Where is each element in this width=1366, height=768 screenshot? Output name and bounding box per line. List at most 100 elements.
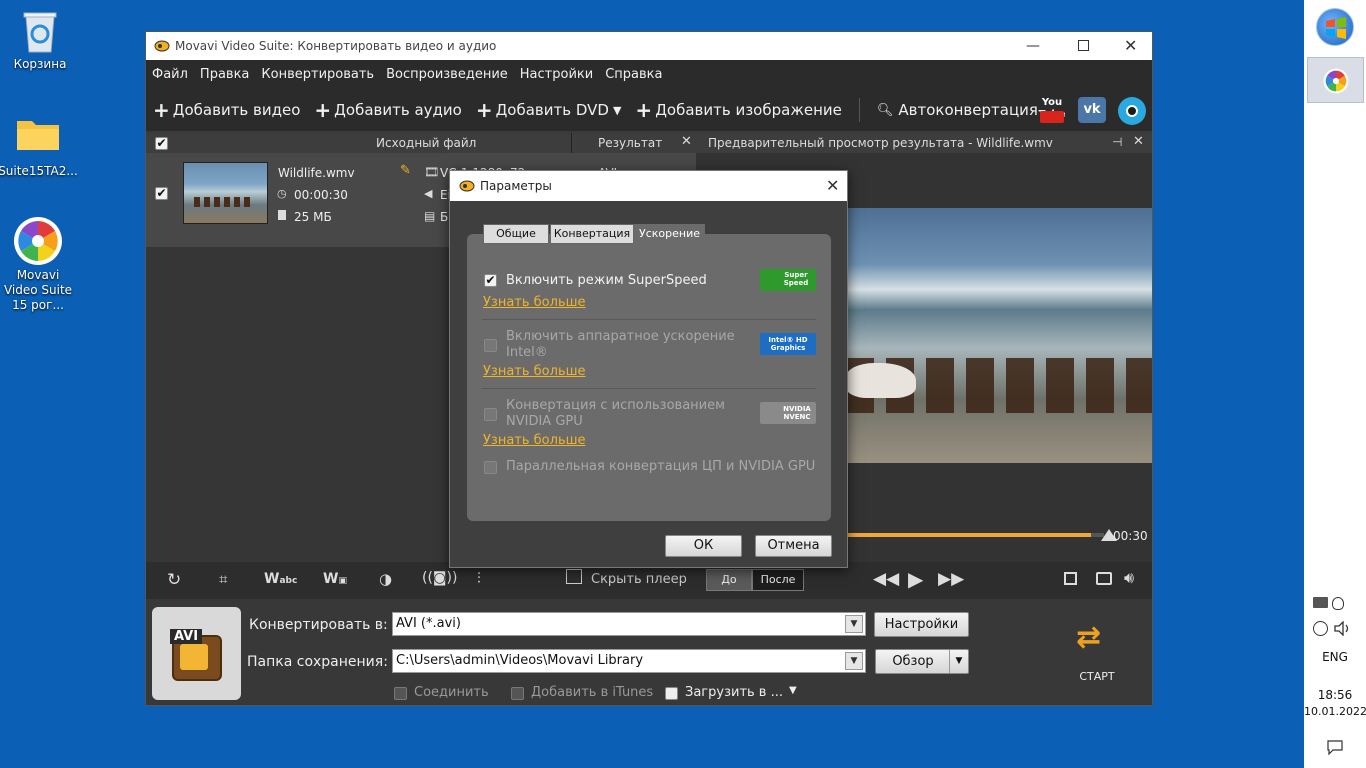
clock-icon: ◷ [277, 187, 287, 200]
start-convert-button[interactable]: ⇄ СТАРТ [1064, 617, 1130, 697]
convert-to-select[interactable]: AVI (*.avi) ▼ [392, 612, 866, 636]
format-tile[interactable]: AVI [152, 607, 241, 700]
maximize-button[interactable] [1078, 40, 1089, 51]
taskbar-movavi-app[interactable] [1307, 57, 1364, 103]
intel-badge-text: Intel® HD Graphics [768, 336, 808, 352]
crop-icon[interactable]: ⌗ [219, 570, 227, 588]
dropdown-arrow-icon[interactable]: ▼ [845, 615, 863, 633]
dialog-titlebar[interactable]: Параметры ✕ [450, 171, 847, 201]
before-toggle[interactable]: До [706, 569, 752, 591]
window-title: Movavi Video Suite: Конвертировать видео… [175, 39, 497, 53]
tray-vm-icon[interactable] [1313, 597, 1328, 608]
close-button[interactable]: ✕ [1124, 36, 1137, 55]
rename-pencil-icon[interactable]: ✎ [400, 163, 411, 178]
add-image-button[interactable]: + Добавить изображение [628, 98, 848, 122]
parallel-checkbox[interactable] [484, 461, 497, 474]
tab-conversion[interactable]: Конвертация [550, 224, 634, 244]
volume-icon[interactable]: 🔊︎ [1124, 568, 1134, 588]
plus-icon: + [475, 98, 493, 122]
upload-dropdown-icon[interactable]: ▼ [789, 685, 797, 696]
watermark-text-icon[interactable]: Wabc [264, 571, 297, 587]
watermark-image-icon[interactable]: W▣ [323, 571, 347, 587]
add-video-label: Добавить видео [172, 101, 301, 119]
autoconvert-button[interactable]: 🔍︎ Автоконвертация [870, 101, 1045, 119]
file-duration: 00:00:30 [294, 188, 348, 202]
preview-time-end: 00:30 [1113, 529, 1148, 543]
itunes-checkbox[interactable] [511, 687, 524, 700]
file-row-checkbox[interactable]: ✔ [155, 187, 168, 200]
add-audio-button[interactable]: + Добавить аудио [307, 98, 468, 122]
menu-playback[interactable]: Воспроизведение [380, 67, 514, 82]
menu-edit[interactable]: Правка [194, 67, 255, 82]
color-adjust-icon[interactable]: ◑ [379, 570, 392, 588]
start-button[interactable] [1316, 8, 1354, 46]
add-dvd-button[interactable]: + Добавить DVD ▼ [469, 98, 629, 122]
ok-button[interactable]: ОК [665, 535, 742, 557]
file-list-header: ✔ Исходный файл Результат ✕ [146, 133, 696, 153]
select-all-checkbox[interactable]: ✔ [155, 136, 168, 150]
plus-icon: + [635, 98, 653, 122]
rotate-icon[interactable]: ↻ [167, 570, 181, 590]
hide-player-label[interactable]: Скрыть плеер [591, 572, 687, 587]
itunes-label: Добавить в iTunes [531, 685, 654, 700]
superspeed-checkbox[interactable]: ✔ [484, 274, 497, 287]
close-list-icon[interactable]: ✕ [681, 134, 692, 149]
menu-settings[interactable]: Настройки [514, 67, 599, 82]
app-logo-icon [459, 180, 475, 192]
learn-more-nvidia[interactable]: Узнать больше [483, 433, 586, 448]
snapshot-icon[interactable] [1096, 572, 1112, 585]
learn-more-intel[interactable]: Узнать больше [483, 364, 586, 379]
settings-button[interactable]: Настройки [874, 612, 969, 637]
preview-progress-bar[interactable] [846, 533, 1104, 537]
minimize-button[interactable]: — [1026, 38, 1040, 54]
menu-file[interactable]: Файл [146, 67, 194, 82]
add-video-button[interactable]: + Добавить видео [146, 98, 307, 122]
hide-player-icon[interactable] [566, 569, 582, 584]
tray-volume-icon[interactable] [1334, 621, 1352, 636]
play-icon[interactable]: ▶ [908, 567, 923, 591]
film-reel-button[interactable] [1118, 97, 1146, 125]
desktop-icon-folder[interactable]: Suite15TA2... [0, 116, 78, 179]
autoconvert-label: Автоконвертация [898, 101, 1038, 119]
tab-general[interactable]: Общие [483, 224, 549, 244]
stabilize-icon[interactable]: ((◙)) [422, 570, 457, 586]
separator [482, 388, 816, 389]
browse-dropdown-icon[interactable]: ▼ [949, 650, 968, 673]
nvidia-checkbox[interactable] [484, 408, 497, 421]
join-checkbox[interactable] [394, 687, 407, 700]
fast-forward-icon[interactable]: ▶▶ [938, 569, 964, 589]
dialog-close-button[interactable]: ✕ [826, 176, 839, 195]
desktop-icon-recycle-bin[interactable]: Корзина [0, 8, 80, 72]
browse-button[interactable]: Обзор ▼ [875, 649, 969, 674]
tray-network-icon[interactable] [1313, 621, 1328, 636]
learn-more-superspeed[interactable]: Узнать больше [483, 295, 586, 310]
notification-icon[interactable] [1327, 740, 1343, 755]
pin-icon[interactable]: ⊣ [1112, 135, 1122, 149]
intel-checkbox[interactable] [484, 339, 497, 352]
desktop-icon-label: Movavi Video Suite 15 рог... [3, 268, 73, 312]
menu-convert[interactable]: Конвертировать [255, 67, 380, 82]
cancel-button[interactable]: Отмена [755, 535, 832, 557]
main-toolbar: + Добавить видео + Добавить аудио + Добавит… [146, 89, 1152, 131]
horses-silhouette [194, 197, 254, 207]
vk-button[interactable]: vk [1078, 97, 1106, 123]
after-toggle[interactable]: После [752, 569, 804, 591]
tab-acceleration[interactable]: Ускорение [634, 224, 705, 244]
dropdown-arrow-icon[interactable]: ▼ [845, 652, 863, 670]
desktop-icon-movavi[interactable]: Movavi Video Suite 15 рог... [0, 216, 78, 313]
upload-checkbox[interactable] [665, 687, 678, 700]
equalizer-icon[interactable]: ⫶ [477, 569, 481, 587]
close-preview-icon[interactable]: ✕ [1133, 134, 1144, 149]
clock-date[interactable]: 10.01.2022 [1304, 705, 1366, 718]
conversion-panel: AVI Конвертировать в: AVI (*.avi) ▼ Наст… [146, 599, 1152, 705]
menu-bar: Файл Правка Конвертировать Воспроизведен… [146, 60, 1152, 89]
input-language[interactable]: ENG [1304, 650, 1366, 664]
menu-help[interactable]: Справка [599, 67, 668, 82]
fullscreen-icon[interactable] [1064, 572, 1077, 585]
save-folder-select[interactable]: C:\Users\admin\Videos\Movavi Library ▼ [392, 649, 866, 673]
youtube-button[interactable]: You Tube [1038, 95, 1066, 125]
tray-security-icon[interactable] [1332, 597, 1344, 610]
rewind-icon[interactable]: ◀◀ [873, 569, 899, 589]
clock-time[interactable]: 18:56 [1304, 688, 1366, 702]
window-titlebar[interactable]: Movavi Video Suite: Конвертировать видео… [146, 32, 1152, 60]
